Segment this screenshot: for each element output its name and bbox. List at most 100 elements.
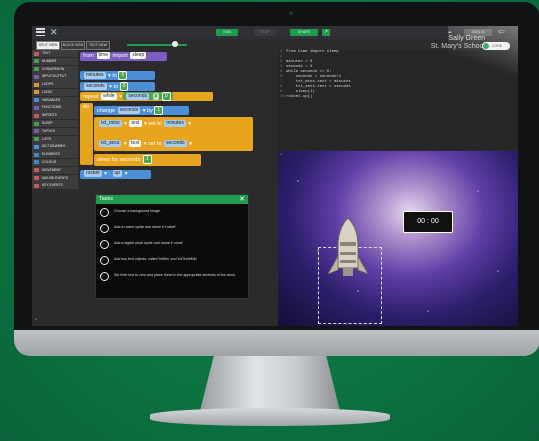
category-input-output[interactable]: INPUT/OUTPUT <box>32 73 78 81</box>
category-text[interactable]: TEXT <box>32 50 78 58</box>
repeat-body-rail: do <box>80 103 93 165</box>
stage-expand-icon[interactable]: ⤢ <box>280 152 282 156</box>
category-imports[interactable]: IMPORTS <box>32 112 78 120</box>
txt-mins-field[interactable]: txt_mins <box>99 120 122 128</box>
change-var-field[interactable]: seconds <box>117 107 141 114</box>
rocket-sprite[interactable] <box>328 216 368 286</box>
hamburger-menu-icon[interactable] <box>36 28 45 37</box>
category-tuples[interactable]: TUPLES <box>32 127 78 135</box>
condition-op[interactable]: ≥ <box>152 93 160 100</box>
code-editor[interactable]: 1 from time import sleep 2 3 minutes = 0 4 sec… <box>278 50 518 150</box>
set-minutes-block[interactable]: minutes ▾ to 0 <box>80 71 155 80</box>
logo-icon: ✕ <box>50 27 58 37</box>
category-elements[interactable]: ELEMENTS <box>32 151 78 159</box>
category-colour[interactable]: COLOUR <box>32 158 78 167</box>
change-label: change <box>97 107 116 114</box>
seconds-var-field[interactable]: seconds <box>84 83 107 90</box>
category-mouse-events[interactable]: MOUSE EVENTS <box>32 174 78 182</box>
category-lists[interactable]: LISTS <box>32 135 78 143</box>
task-item[interactable]: Add a rocket sprite and name it 'rocket' <box>96 221 248 236</box>
change-value-field[interactable]: 1 <box>154 106 164 115</box>
clock-seconds-text: 00 <box>430 218 439 225</box>
minutes-var-field[interactable]: minutes <box>84 72 106 79</box>
category-loops[interactable]: LOOPS <box>32 81 78 89</box>
task-item[interactable]: Set their text to zero and place these i… <box>96 269 248 284</box>
rocket-up-block[interactable]: rocket ▾ . up ▾ <box>80 170 151 179</box>
category-key-events[interactable]: KEY EVENTS <box>32 182 78 190</box>
sleep-block[interactable]: sleep for seconds: 1 <box>94 154 201 166</box>
camera-icon <box>289 11 293 15</box>
zoom-slider-track[interactable] <box>127 43 187 46</box>
tasks-panel: Tasks ✕ Choose a background image. Add a … <box>95 194 249 299</box>
share-button[interactable]: SHARE <box>290 29 318 36</box>
code-toggle[interactable]: CODE <box>482 42 510 50</box>
rocket-var-field[interactable]: rocket <box>84 170 102 178</box>
task-checkbox[interactable] <box>100 272 109 281</box>
sign-out-icon[interactable]: ⇦ <box>498 27 505 36</box>
zoom-slider-knob[interactable] <box>172 41 178 47</box>
clock-minutes-text: 00 <box>417 218 426 225</box>
tab-text-view[interactable]: TEXT VIEW <box>86 41 110 50</box>
category-list: TEXT NUMBER CONVERSION INPUT/OUTPUT LOOPS LOG… <box>32 50 78 190</box>
text-prop-field[interactable]: text <box>129 120 142 128</box>
task-item[interactable]: Choose a background image. <box>96 205 248 220</box>
tab-block-view[interactable]: BLOCK VIEW <box>61 41 85 50</box>
condition-var[interactable]: seconds <box>126 93 149 100</box>
task-checkbox[interactable] <box>100 224 109 233</box>
repeat-while-block[interactable]: repeat while ▾ seconds ≥ 0 <box>80 92 213 101</box>
run-button[interactable]: RUN <box>216 29 238 36</box>
task-checkbox[interactable] <box>100 208 109 217</box>
stage-canvas[interactable]: ⤢ 00 : 00 <box>278 151 518 326</box>
category-functions[interactable]: FUNCTIONS <box>32 104 78 112</box>
category-logic[interactable]: LOGIC <box>32 88 78 97</box>
sleep-value-field[interactable]: 1 <box>143 155 152 165</box>
clock-separator: : <box>427 218 429 225</box>
task-checkbox[interactable] <box>100 240 109 249</box>
set-to-label: set to <box>148 121 162 127</box>
set-txt-secs-block[interactable]: txt_secs ▾ text ▾ set to seconds ▾ <box>94 137 253 151</box>
import-module-field[interactable]: time <box>96 52 110 60</box>
digital-clock-sprite[interactable]: 00 : 00 <box>403 211 453 233</box>
seconds-value-field[interactable]: 0 <box>119 82 129 91</box>
category-sleep[interactable]: SLEEP <box>32 120 78 128</box>
stop-button[interactable]: STOP <box>254 29 276 36</box>
repeat-label: repeat <box>83 93 99 100</box>
share-icon[interactable]: ↗ <box>322 29 330 36</box>
stars-background <box>278 151 518 326</box>
code-text: minutes = 0 <box>286 60 313 64</box>
set-txt-mins-block[interactable]: txt_mins ▾ text ▾ set to minutes ▾ <box>94 117 253 139</box>
text-prop-field-2[interactable]: text <box>129 140 142 148</box>
tab-split-view[interactable]: SPLIT VIEW <box>36 41 60 50</box>
import-block[interactable]: from time import sleep <box>80 52 167 61</box>
while-dropdown[interactable]: while <box>101 93 117 100</box>
set-seconds-block[interactable]: seconds ▾ to 0 <box>80 82 155 91</box>
category-dictionaries[interactable]: DICTIONARIES <box>32 143 78 151</box>
import-name-field[interactable]: sleep <box>130 52 147 60</box>
category-conversion[interactable]: CONVERSION <box>32 65 78 73</box>
condition-block[interactable]: seconds ≥ 0 <box>123 92 173 101</box>
category-variables[interactable]: VARIABLES <box>32 96 78 104</box>
import-from-label: from <box>83 53 94 59</box>
category-number[interactable]: NUMBER <box>32 57 78 65</box>
minutes-ref-field[interactable]: minutes <box>164 120 186 128</box>
up-method-field[interactable]: up <box>112 170 123 178</box>
code-text: rocket.up() <box>286 95 313 99</box>
minutes-value-field[interactable]: 0 <box>118 71 128 80</box>
seconds-ref-field[interactable]: seconds <box>164 140 187 148</box>
task-item[interactable]: Add a digital clock sprite and name it '… <box>96 237 248 252</box>
task-text: Add a digital clock sprite and name it '… <box>114 241 184 245</box>
import-keyword-label: import <box>112 53 128 59</box>
task-checkbox[interactable] <box>100 256 109 265</box>
txt-secs-field[interactable]: txt_secs <box>99 140 122 148</box>
code-text: txt_secs.text = seconds <box>286 85 351 89</box>
code-line[interactable]: 10rocket.up() <box>278 95 518 100</box>
close-icon[interactable]: ✕ <box>239 195 245 204</box>
condition-value[interactable]: 0 <box>161 92 171 101</box>
task-text: Set their text to zero and place these i… <box>114 273 236 277</box>
do-label: do <box>83 104 90 110</box>
task-text: Choose a background image. <box>114 209 161 213</box>
change-seconds-block[interactable]: change seconds ▾ by 1 <box>94 106 189 115</box>
task-item[interactable]: Add two text objects, called 'txtMin' an… <box>96 253 248 268</box>
code-text: txt_mins.text = minutes <box>286 80 351 84</box>
category-movement[interactable]: MOVEMENT <box>32 166 78 174</box>
